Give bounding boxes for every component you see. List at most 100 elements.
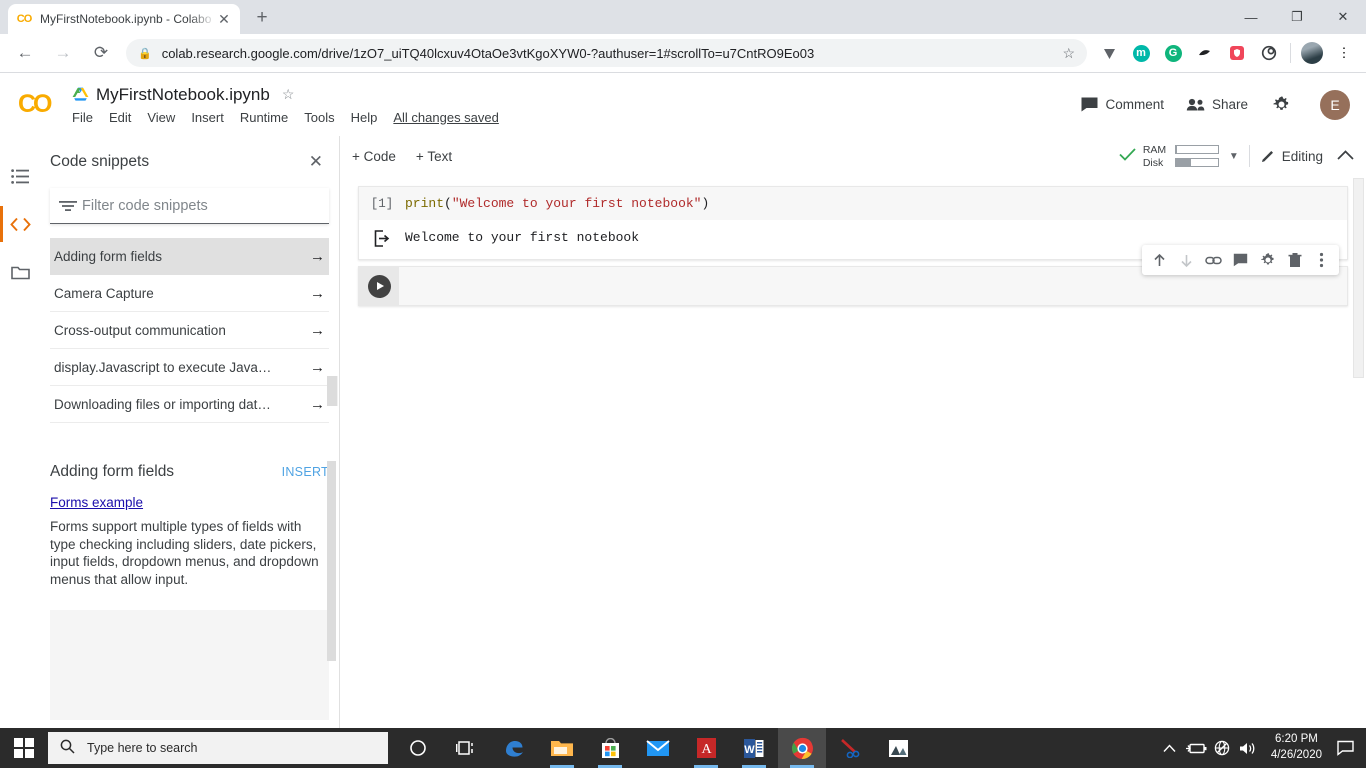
forward-icon[interactable]: → <box>47 37 79 69</box>
editing-button[interactable]: Editing <box>1260 149 1323 164</box>
save-status[interactable]: All changes saved <box>393 110 499 125</box>
adobe-reader-icon[interactable]: A <box>682 728 730 768</box>
windows-taskbar: Type here to search A W 6:20 PM 4/26/202… <box>0 728 1366 768</box>
battery-icon[interactable] <box>1183 728 1209 768</box>
settings-button[interactable] <box>1272 95 1298 114</box>
file-explorer-icon[interactable] <box>538 728 586 768</box>
code-snippets-icon[interactable] <box>0 200 40 248</box>
resource-meters[interactable]: RAM Disk <box>1143 143 1219 169</box>
table-of-contents-icon[interactable] <box>0 152 40 200</box>
list-item[interactable]: display.Javascript to execute Java… → <box>50 349 329 386</box>
mail-icon[interactable] <box>634 728 682 768</box>
notifications-icon[interactable] <box>1332 740 1360 756</box>
cortana-icon[interactable] <box>394 728 442 768</box>
photos-icon[interactable] <box>874 728 922 768</box>
code-cell-input[interactable]: [1] print("Welcome to your first noteboo… <box>359 187 1347 220</box>
edge-icon[interactable] <box>490 728 538 768</box>
link-to-cell-button[interactable] <box>1200 246 1227 274</box>
colab-logo[interactable]: CO <box>14 90 58 119</box>
code-token-punct: ( <box>444 196 452 211</box>
menu-insert[interactable]: Insert <box>191 110 224 125</box>
shield-extension-icon[interactable] <box>1224 40 1250 66</box>
notebook-title[interactable]: MyFirstNotebook.ipynb <box>96 85 270 105</box>
filter-box[interactable] <box>50 188 329 224</box>
list-item[interactable]: Downloading files or importing dat… → <box>50 386 329 423</box>
task-view-icon[interactable] <box>442 728 490 768</box>
add-comment-button[interactable] <box>1227 246 1254 274</box>
panel-scrollbar-track-lower[interactable] <box>327 461 336 661</box>
snipping-tool-icon[interactable] <box>826 728 874 768</box>
arrow-right-icon[interactable]: → <box>310 396 325 413</box>
loop-extension-icon[interactable] <box>1256 40 1282 66</box>
windows-logo-icon[interactable] <box>0 728 48 768</box>
files-icon[interactable] <box>0 248 40 296</box>
address-bar[interactable]: 🔒 colab.research.google.com/drive/1zO7_u… <box>126 39 1087 67</box>
search-input[interactable] <box>82 197 325 214</box>
address-bar-url: colab.research.google.com/drive/1zO7_uiT… <box>161 45 815 61</box>
arrow-right-icon[interactable]: → <box>310 248 325 265</box>
browser-tab[interactable]: CO MyFirstNotebook.ipynb - Colabo ✕ <box>8 4 240 34</box>
account-avatar[interactable]: E <box>1320 89 1350 120</box>
menu-help[interactable]: Help <box>351 110 378 125</box>
new-tab-button[interactable]: + <box>248 4 276 32</box>
delete-cell-button[interactable] <box>1281 246 1308 274</box>
collapse-header-icon[interactable] <box>1337 149 1354 164</box>
word-icon[interactable]: W <box>730 728 778 768</box>
move-cell-down-button[interactable] <box>1173 246 1200 274</box>
snippet-label: Downloading files or importing dat… <box>54 396 271 412</box>
arrow-right-icon[interactable]: → <box>310 322 325 339</box>
menu-edit[interactable]: Edit <box>109 110 131 125</box>
maximize-button[interactable]: ❐ <box>1274 0 1320 34</box>
svg-text:W: W <box>744 744 755 756</box>
list-item[interactable]: Cross-output communication → <box>50 312 329 349</box>
bookmark-star-icon[interactable]: ☆ <box>1054 45 1075 62</box>
chrome-icon[interactable] <box>778 728 826 768</box>
insert-button[interactable]: INSERT <box>282 465 329 479</box>
dark-extension-icon[interactable] <box>1192 40 1218 66</box>
profile-avatar[interactable] <box>1299 40 1325 66</box>
volume-icon[interactable] <box>1235 728 1261 768</box>
list-item[interactable]: Adding form fields → <box>50 238 329 275</box>
arrow-right-icon[interactable]: → <box>310 359 325 376</box>
more-cell-actions-button[interactable] <box>1308 246 1335 274</box>
menu-file[interactable]: File <box>72 110 93 125</box>
show-hidden-icons-button[interactable] <box>1157 728 1183 768</box>
menu-runtime[interactable]: Runtime <box>240 110 288 125</box>
network-icon[interactable] <box>1209 728 1235 768</box>
arrow-right-icon[interactable]: → <box>310 285 325 302</box>
forms-example-link[interactable]: Forms example <box>50 495 143 510</box>
menu-view[interactable]: View <box>147 110 175 125</box>
toolbar-divider <box>1248 145 1250 167</box>
list-item[interactable]: Camera Capture → <box>50 275 329 312</box>
chrome-menu-icon[interactable]: ⋮ <box>1331 40 1357 66</box>
cell-settings-button[interactable] <box>1254 246 1281 274</box>
run-cell-gutter[interactable] <box>359 267 399 305</box>
minimize-button[interactable]: — <box>1228 0 1274 34</box>
move-cell-up-button[interactable] <box>1146 246 1173 274</box>
share-button[interactable]: Share <box>1186 97 1248 112</box>
taskbar-search-box[interactable]: Type here to search <box>48 732 388 764</box>
microsoft-store-icon[interactable] <box>586 728 634 768</box>
taskbar-clock[interactable]: 6:20 PM 4/26/2020 <box>1261 732 1332 763</box>
code-cell[interactable] <box>358 245 1348 306</box>
close-window-button[interactable]: ✕ <box>1320 0 1366 34</box>
star-notebook-icon[interactable]: ☆ <box>282 86 295 103</box>
m-extension-icon[interactable]: m <box>1128 40 1154 66</box>
close-panel-button[interactable]: ✕ <box>305 148 327 176</box>
v-extension-icon[interactable] <box>1096 40 1122 66</box>
back-icon[interactable]: ← <box>9 37 41 69</box>
reload-icon[interactable]: ⟳ <box>85 37 117 69</box>
snippets-list: Adding form fields → Camera Capture → Cr… <box>40 238 339 423</box>
close-tab-button[interactable]: ✕ <box>216 11 232 27</box>
add-text-cell-button[interactable]: + Text <box>416 149 452 164</box>
notebook-scrollbar[interactable] <box>1353 178 1364 378</box>
chevron-down-icon[interactable]: ▼ <box>1229 151 1239 162</box>
g-extension-icon[interactable]: G <box>1160 40 1186 66</box>
comment-button[interactable]: Comment <box>1081 97 1164 112</box>
panel-scrollbar-track[interactable] <box>327 376 338 406</box>
comment-label: Comment <box>1105 97 1164 112</box>
code-source[interactable]: print("Welcome to your first notebook") <box>405 196 709 211</box>
add-code-cell-button[interactable]: + Code <box>352 149 396 164</box>
menu-tools[interactable]: Tools <box>304 110 334 125</box>
run-cell-icon[interactable] <box>367 274 391 298</box>
